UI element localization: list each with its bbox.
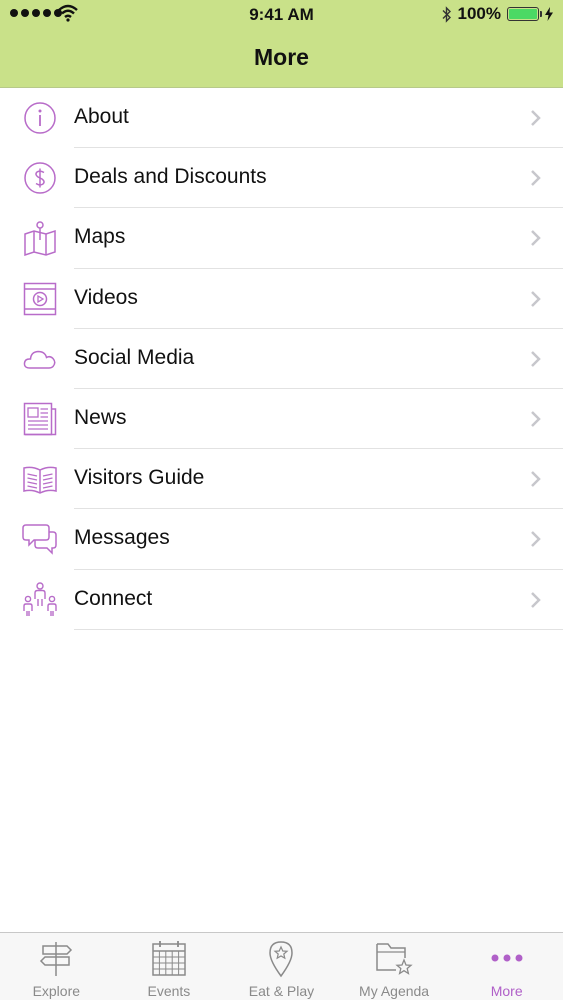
chevron-right-icon (531, 471, 541, 488)
calendar-icon (152, 941, 186, 976)
battery-percent: 100% (457, 4, 501, 23)
menu-item-news[interactable]: News (0, 389, 563, 450)
more-dots-icon (491, 954, 523, 962)
tab-my-agenda[interactable]: My Agenda (338, 933, 451, 1000)
location-star-icon (269, 941, 294, 978)
folder-star-icon (376, 943, 413, 975)
menu-item-visitors-guide[interactable]: Visitors Guide (0, 449, 563, 510)
tab-label: More (490, 983, 523, 999)
bluetooth-icon (442, 5, 451, 23)
book-icon (22, 461, 58, 497)
menu-item-label: About (74, 105, 129, 128)
menu-item-label: News (74, 405, 127, 429)
menu-item-social-media[interactable]: Social Media (0, 329, 563, 389)
chevron-right-icon (531, 230, 541, 247)
tab-label: Explore (32, 983, 81, 999)
menu-item-deals[interactable]: Deals and Discounts (0, 148, 563, 209)
menu-item-videos[interactable]: Videos (0, 269, 563, 329)
menu-item-label: Visitors Guide (74, 466, 205, 490)
newspaper-icon (22, 401, 58, 437)
battery-icon (507, 7, 542, 21)
signpost-icon (40, 942, 73, 976)
chevron-right-icon (531, 531, 541, 548)
video-icon (22, 281, 58, 317)
more-menu-list: About Deals and Discounts Maps Videos So… (0, 88, 563, 630)
menu-item-label: Connect (74, 586, 153, 610)
status-bar: 9:41 AM 100% (0, 0, 563, 30)
menu-item-messages[interactable]: Messages (0, 509, 563, 570)
menu-item-label: Videos (74, 285, 138, 309)
tab-explore[interactable]: Explore (0, 933, 113, 1000)
tab-label: Eat & Play (248, 983, 315, 999)
tab-eat-and-play[interactable]: Eat & Play (225, 933, 338, 1000)
chevron-right-icon (531, 290, 541, 307)
menu-item-maps[interactable]: Maps (0, 208, 563, 269)
page-title: More (254, 44, 309, 70)
info-icon (22, 100, 58, 136)
chevron-right-icon (531, 110, 541, 126)
tab-bar: Explore Events Eat & Play My Agenda More (0, 932, 563, 1000)
menu-item-label: Deals and Discounts (74, 165, 267, 189)
divider (74, 628, 563, 630)
menu-item-label: Maps (74, 225, 126, 249)
cloud-icon (22, 341, 58, 377)
tab-label: My Agenda (359, 983, 430, 999)
dollar-icon (22, 160, 58, 196)
tab-more[interactable]: More (450, 933, 563, 1000)
menu-item-label: Social Media (74, 345, 195, 369)
chat-icon (22, 521, 58, 557)
charging-icon (545, 7, 553, 21)
chevron-right-icon (531, 170, 541, 187)
menu-item-about[interactable]: About (0, 88, 563, 149)
menu-item-label: Messages (74, 526, 170, 550)
map-icon (22, 220, 58, 257)
menu-item-connect[interactable]: Connect (0, 570, 563, 630)
tab-label: Events (147, 983, 191, 999)
chevron-right-icon (531, 411, 541, 427)
nav-header: 9:41 AM 100% More (0, 0, 563, 88)
chevron-right-icon (531, 591, 541, 608)
tab-events[interactable]: Events (113, 933, 226, 1000)
chevron-right-icon (531, 350, 541, 367)
people-icon (22, 581, 58, 618)
